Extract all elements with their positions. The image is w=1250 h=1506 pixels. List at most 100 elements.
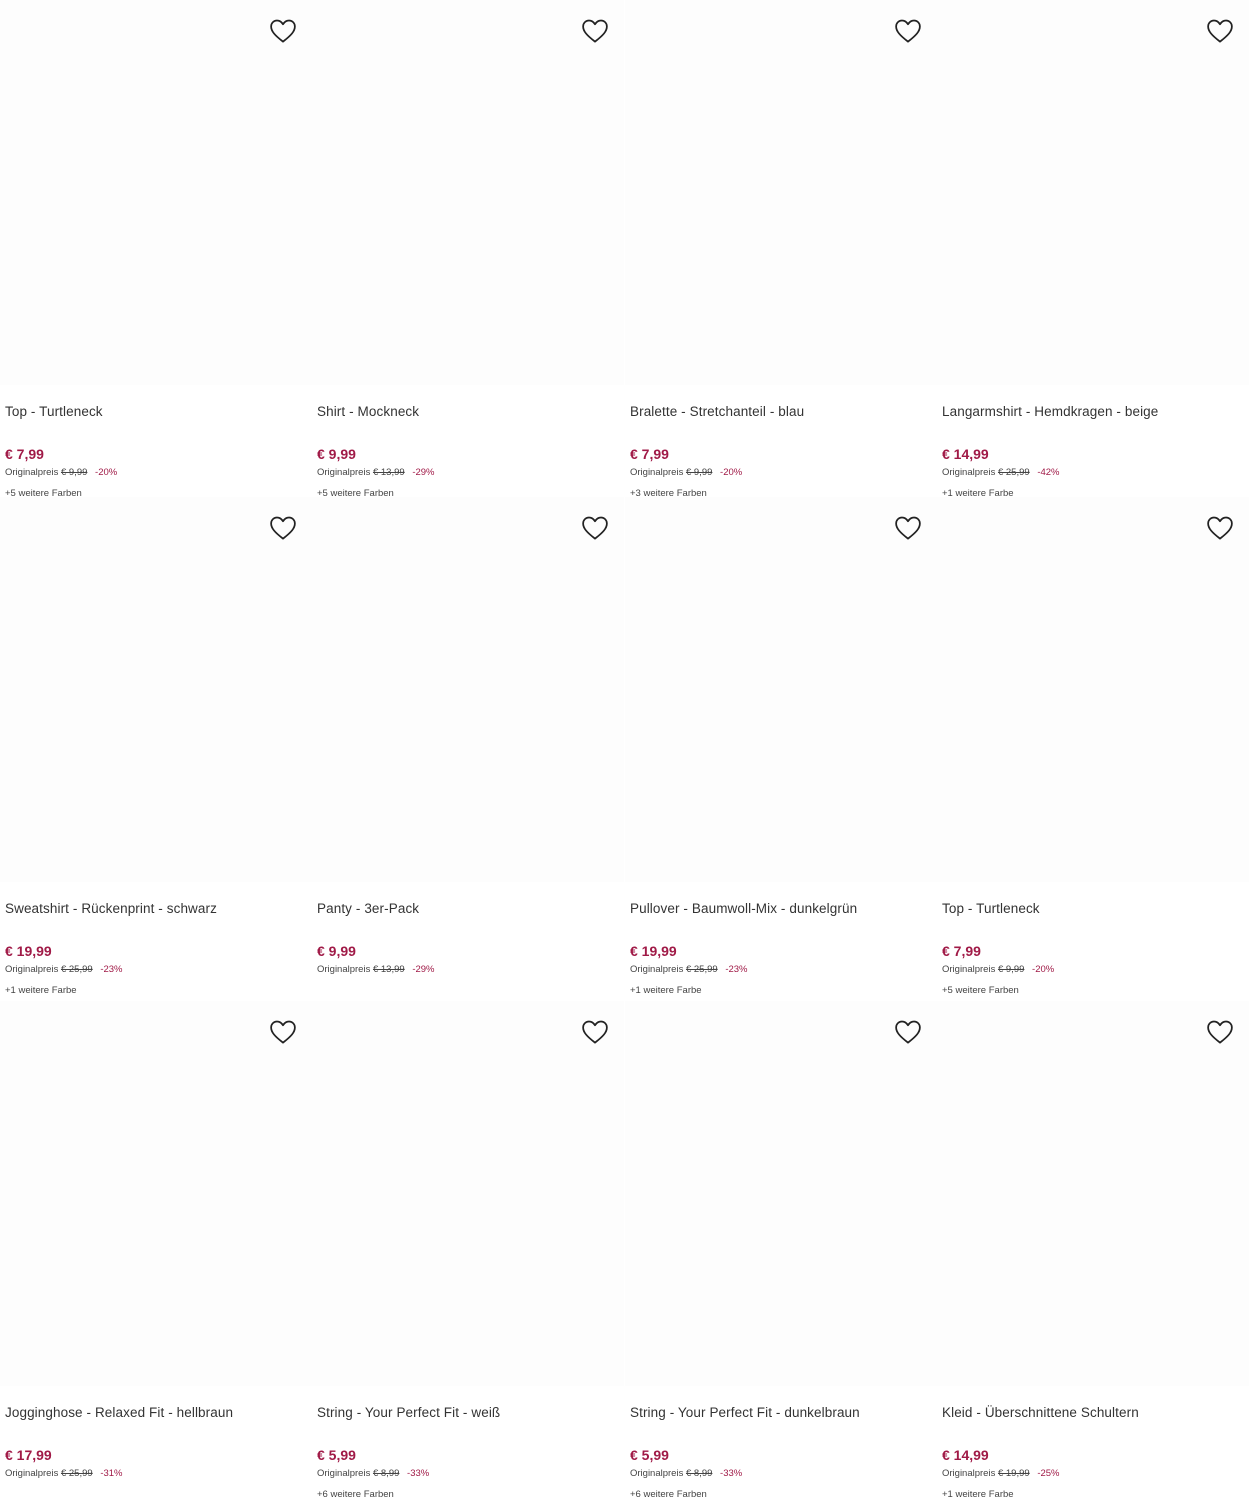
- heart-outline-icon: [268, 1017, 298, 1047]
- original-price-line: Originalpreis € 25,99 -23%: [630, 964, 748, 975]
- original-price-label: Originalpreis: [942, 964, 996, 975]
- original-price: € 9,99: [60, 467, 88, 478]
- wishlist-button[interactable]: [893, 1017, 923, 1047]
- product-card[interactable]: Shirt - Mockneck € 9,99 Originalpreis € …: [312, 0, 624, 505]
- original-price: € 25,99: [997, 467, 1030, 478]
- wishlist-button[interactable]: [580, 513, 610, 543]
- wishlist-button[interactable]: [268, 16, 298, 46]
- wishlist-button[interactable]: [268, 513, 298, 543]
- more-colors-link[interactable]: +6 weitere Farben: [630, 1489, 707, 1500]
- heart-outline-icon: [268, 16, 298, 46]
- product-card[interactable]: Bralette - Stretchanteil - blau € 7,99 O…: [625, 0, 937, 505]
- product-image[interactable]: [0, 1001, 312, 1386]
- discount-badge: -20%: [95, 467, 118, 478]
- product-image[interactable]: [937, 497, 1249, 882]
- discount-badge: -33%: [720, 1468, 743, 1479]
- original-price: € 9,99: [997, 964, 1025, 975]
- product-image[interactable]: [0, 0, 312, 385]
- original-price: € 8,99: [372, 1468, 400, 1479]
- product-name[interactable]: Sweatshirt - Rückenprint - schwarz: [5, 901, 217, 916]
- original-price: € 19,99: [997, 1468, 1030, 1479]
- product-image[interactable]: [937, 1001, 1249, 1386]
- heart-outline-icon: [893, 16, 923, 46]
- discount-badge: -42%: [1037, 467, 1060, 478]
- product-card[interactable]: Panty - 3er-Pack € 9,99 Originalpreis € …: [312, 497, 624, 1002]
- original-price-line: Originalpreis € 8,99 -33%: [317, 1468, 429, 1479]
- product-price: € 14,99: [942, 1447, 989, 1463]
- product-name[interactable]: Shirt - Mockneck: [317, 404, 419, 419]
- more-colors-link[interactable]: +6 weitere Farben: [317, 1489, 394, 1500]
- original-price: € 25,99: [685, 964, 718, 975]
- product-price: € 7,99: [5, 446, 44, 462]
- product-card[interactable]: Top - Turtleneck € 7,99 Originalpreis € …: [937, 497, 1249, 1002]
- product-card[interactable]: String - Your Perfect Fit - dunkelbraun …: [625, 1001, 937, 1506]
- wishlist-button[interactable]: [1205, 16, 1235, 46]
- original-price-label: Originalpreis: [317, 467, 371, 478]
- more-colors-link[interactable]: +1 weitere Farbe: [630, 985, 702, 996]
- product-image[interactable]: [625, 0, 937, 385]
- original-price-label: Originalpreis: [5, 964, 59, 975]
- product-card[interactable]: Jogginghose - Relaxed Fit - hellbraun € …: [0, 1001, 312, 1506]
- discount-badge: -23%: [725, 964, 748, 975]
- product-image[interactable]: [0, 497, 312, 882]
- original-price-line: Originalpreis € 9,99 -20%: [942, 964, 1054, 975]
- discount-badge: -33%: [407, 1468, 430, 1479]
- original-price-line: Originalpreis € 13,99 -29%: [317, 467, 435, 478]
- original-price: € 8,99: [685, 1468, 713, 1479]
- product-image[interactable]: [312, 0, 624, 385]
- product-card[interactable]: Langarmshirt - Hemdkragen - beige € 14,9…: [937, 0, 1249, 505]
- more-colors-link[interactable]: +1 weitere Farbe: [942, 1489, 1014, 1500]
- product-image[interactable]: [312, 1001, 624, 1386]
- product-image[interactable]: [625, 497, 937, 882]
- wishlist-button[interactable]: [1205, 1017, 1235, 1047]
- more-colors-link[interactable]: +1 weitere Farbe: [5, 985, 77, 996]
- original-price-label: Originalpreis: [317, 964, 371, 975]
- product-name[interactable]: Jogginghose - Relaxed Fit - hellbraun: [5, 1405, 233, 1420]
- product-name[interactable]: Pullover - Baumwoll-Mix - dunkelgrün: [630, 901, 857, 916]
- wishlist-button[interactable]: [268, 1017, 298, 1047]
- original-price-label: Originalpreis: [317, 1468, 371, 1479]
- product-name[interactable]: Top - Turtleneck: [942, 901, 1040, 916]
- original-price-line: Originalpreis € 9,99 -20%: [5, 467, 117, 478]
- original-price-label: Originalpreis: [942, 1468, 996, 1479]
- original-price-line: Originalpreis € 19,99 -25%: [942, 1468, 1060, 1479]
- product-price: € 7,99: [630, 446, 669, 462]
- more-colors-link[interactable]: +5 weitere Farben: [942, 985, 1019, 996]
- product-price: € 5,99: [317, 1447, 356, 1463]
- original-price: € 13,99: [372, 964, 405, 975]
- product-name[interactable]: Bralette - Stretchanteil - blau: [630, 404, 804, 419]
- original-price-label: Originalpreis: [630, 1468, 684, 1479]
- product-name[interactable]: Langarmshirt - Hemdkragen - beige: [942, 404, 1158, 419]
- product-card[interactable]: String - Your Perfect Fit - weiß € 5,99 …: [312, 1001, 624, 1506]
- product-name[interactable]: String - Your Perfect Fit - weiß: [317, 1405, 500, 1420]
- product-image[interactable]: [937, 0, 1249, 385]
- product-price: € 19,99: [630, 943, 677, 959]
- product-image[interactable]: [625, 1001, 937, 1386]
- discount-badge: -20%: [720, 467, 743, 478]
- original-price-line: Originalpreis € 8,99 -33%: [630, 1468, 742, 1479]
- product-name[interactable]: Panty - 3er-Pack: [317, 901, 419, 916]
- product-name[interactable]: Kleid - Überschnittene Schultern: [942, 1405, 1139, 1420]
- heart-outline-icon: [580, 513, 610, 543]
- wishlist-button[interactable]: [580, 16, 610, 46]
- wishlist-button[interactable]: [580, 1017, 610, 1047]
- product-name[interactable]: Top - Turtleneck: [5, 404, 103, 419]
- wishlist-button[interactable]: [893, 16, 923, 46]
- product-card[interactable]: Sweatshirt - Rückenprint - schwarz € 19,…: [0, 497, 312, 1002]
- product-price: € 9,99: [317, 446, 356, 462]
- product-name[interactable]: String - Your Perfect Fit - dunkelbraun: [630, 1405, 860, 1420]
- product-card[interactable]: Pullover - Baumwoll-Mix - dunkelgrün € 1…: [625, 497, 937, 1002]
- discount-badge: -23%: [100, 964, 123, 975]
- wishlist-button[interactable]: [893, 513, 923, 543]
- original-price: € 9,99: [685, 467, 713, 478]
- original-price-label: Originalpreis: [630, 964, 684, 975]
- heart-outline-icon: [580, 1017, 610, 1047]
- original-price: € 25,99: [60, 1468, 93, 1479]
- product-card[interactable]: Top - Turtleneck € 7,99 Originalpreis € …: [0, 0, 312, 505]
- wishlist-button[interactable]: [1205, 513, 1235, 543]
- product-card[interactable]: Kleid - Überschnittene Schultern € 14,99…: [937, 1001, 1249, 1506]
- heart-outline-icon: [1205, 1017, 1235, 1047]
- product-image[interactable]: [312, 497, 624, 882]
- discount-badge: -20%: [1032, 964, 1055, 975]
- product-price: € 9,99: [317, 943, 356, 959]
